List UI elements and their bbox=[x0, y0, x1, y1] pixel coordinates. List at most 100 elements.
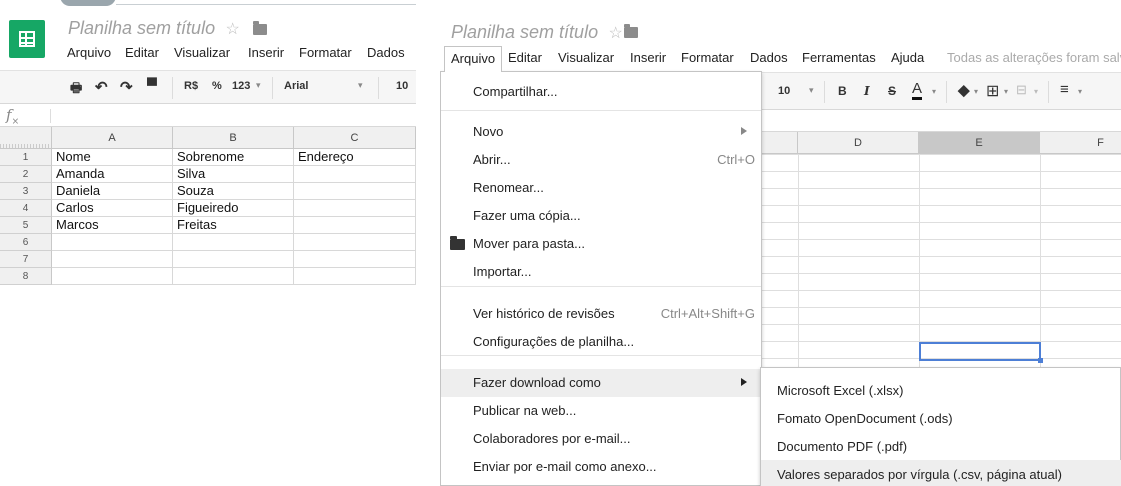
chevron-down-icon[interactable]: ▾ bbox=[256, 80, 261, 91]
italic-button[interactable]: I bbox=[864, 84, 870, 98]
column-header-e[interactable]: E bbox=[919, 132, 1040, 154]
column-header-b[interactable]: B bbox=[173, 127, 294, 149]
menu-dados[interactable]: Dados bbox=[750, 50, 788, 65]
menu-ferramentas[interactable]: Ferramentas bbox=[802, 50, 876, 65]
table-cell[interactable] bbox=[294, 234, 416, 251]
row-header[interactable]: 2 bbox=[0, 166, 52, 183]
currency-format-button[interactable]: R$ bbox=[184, 80, 198, 92]
menu-item[interactable]: Importar... bbox=[441, 258, 761, 286]
table-cell[interactable] bbox=[294, 200, 416, 217]
selected-cell[interactable] bbox=[919, 342, 1043, 363]
menu-dados[interactable]: Dados bbox=[367, 45, 405, 60]
formula-bar[interactable]: f× bbox=[0, 105, 416, 127]
chevron-down-icon[interactable]: ▾ bbox=[809, 85, 814, 96]
menu-item[interactable]: Publicar na web... bbox=[441, 397, 761, 425]
column-header-f[interactable]: F bbox=[1040, 132, 1121, 154]
table-cell[interactable] bbox=[294, 251, 416, 268]
menu-editar[interactable]: Editar bbox=[508, 50, 542, 65]
table-cell[interactable]: Daniela bbox=[52, 183, 173, 200]
folder-icon[interactable] bbox=[253, 21, 267, 35]
column-header-c[interactable]: C bbox=[294, 127, 416, 149]
paint-format-icon[interactable]: ▀ bbox=[147, 77, 157, 93]
submenu-item[interactable]: Fomato OpenDocument (.ods) bbox=[761, 404, 1121, 432]
menu-arquivo[interactable]: Arquivo bbox=[67, 45, 111, 60]
menu-item[interactable]: Configurações de planilha... bbox=[441, 328, 761, 356]
chevron-down-icon[interactable]: ▾ bbox=[1034, 87, 1038, 96]
menu-item[interactable]: Novo bbox=[441, 118, 761, 146]
borders-icon[interactable]: ⊞ bbox=[986, 81, 999, 101]
row-header[interactable]: 5 bbox=[0, 217, 52, 234]
table-cell[interactable] bbox=[173, 234, 294, 251]
row-header[interactable]: 7 bbox=[0, 251, 52, 268]
column-header-a[interactable]: A bbox=[52, 127, 173, 149]
table-cell[interactable] bbox=[173, 251, 294, 268]
column-header-d[interactable]: D bbox=[798, 132, 919, 154]
column-header-c[interactable] bbox=[760, 132, 798, 154]
table-cell[interactable]: Endereço bbox=[294, 149, 416, 166]
formula-bar[interactable] bbox=[760, 110, 1121, 132]
menu-item[interactable]: Renomear... bbox=[441, 174, 761, 202]
menu-inserir[interactable]: Inserir bbox=[630, 50, 666, 65]
chevron-down-icon[interactable]: ▾ bbox=[932, 87, 936, 96]
align-left-icon[interactable]: ≡ bbox=[1060, 81, 1069, 98]
menu-ajuda[interactable]: Ajuda bbox=[891, 50, 924, 65]
select-all-corner[interactable] bbox=[0, 127, 52, 149]
table-cell[interactable] bbox=[52, 251, 173, 268]
number-format-button[interactable]: 123 bbox=[232, 80, 250, 92]
menu-visualizar[interactable]: Visualizar bbox=[174, 45, 230, 60]
table-cell[interactable]: Nome bbox=[52, 149, 173, 166]
table-cell[interactable]: Sobrenome bbox=[173, 149, 294, 166]
table-cell[interactable]: Figueiredo bbox=[173, 200, 294, 217]
table-cell[interactable] bbox=[52, 234, 173, 251]
menu-inserir[interactable]: Inserir bbox=[248, 45, 284, 60]
menu-item[interactable]: Fazer uma cópia... bbox=[441, 202, 761, 230]
table-cell[interactable] bbox=[294, 217, 416, 234]
chevron-down-icon[interactable]: ▾ bbox=[358, 80, 363, 91]
row-header[interactable]: 4 bbox=[0, 200, 52, 217]
table-cell[interactable] bbox=[294, 268, 416, 285]
document-title[interactable]: Planilha sem título bbox=[68, 18, 215, 38]
table-cell[interactable]: Souza bbox=[173, 183, 294, 200]
star-icon[interactable]: ☆ bbox=[609, 25, 623, 42]
bold-button[interactable]: B bbox=[838, 84, 847, 98]
table-cell[interactable]: Silva bbox=[173, 166, 294, 183]
star-icon[interactable]: ☆ bbox=[226, 21, 240, 38]
document-title[interactable]: Planilha sem título bbox=[451, 22, 598, 42]
font-select[interactable]: Arial bbox=[284, 80, 308, 92]
submenu-item[interactable]: Valores separados por vírgula (.csv, pág… bbox=[761, 460, 1121, 486]
submenu-item[interactable]: Microsoft Excel (.xlsx) bbox=[761, 376, 1121, 404]
chevron-down-icon[interactable]: ▾ bbox=[1078, 87, 1082, 96]
text-color-button[interactable]: A bbox=[912, 81, 923, 100]
percent-format-button[interactable]: % bbox=[212, 80, 222, 92]
folder-icon[interactable] bbox=[624, 24, 638, 38]
font-size-select[interactable]: 10 bbox=[778, 85, 790, 97]
row-header[interactable]: 6 bbox=[0, 234, 52, 251]
fill-color-icon[interactable]: ◆ bbox=[958, 81, 970, 99]
table-cell[interactable]: Amanda bbox=[52, 166, 173, 183]
strikethrough-button[interactable]: S bbox=[888, 84, 896, 98]
menu-item[interactable]: Fazer download como bbox=[441, 369, 761, 397]
merge-cells-icon[interactable]: ⊟ bbox=[1016, 82, 1027, 98]
table-cell[interactable]: Carlos bbox=[52, 200, 173, 217]
menu-item[interactable]: Colaboradores por e-mail... bbox=[441, 425, 761, 453]
chevron-down-icon[interactable]: ▾ bbox=[974, 87, 978, 96]
menu-formatar[interactable]: Formatar bbox=[681, 50, 734, 65]
menu-item[interactable]: Mover para pasta... bbox=[441, 230, 761, 258]
menu-arquivo[interactable]: Arquivo bbox=[444, 46, 503, 72]
table-cell[interactable]: Freitas bbox=[173, 217, 294, 234]
menu-item[interactable]: Ver histórico de revisões Ctrl+Alt+Shift+… bbox=[441, 300, 761, 328]
table-cell[interactable] bbox=[173, 268, 294, 285]
row-header[interactable]: 1 bbox=[0, 149, 52, 166]
table-cell[interactable] bbox=[52, 268, 173, 285]
menu-editar[interactable]: Editar bbox=[125, 45, 159, 60]
submenu-item[interactable]: Documento PDF (.pdf) bbox=[761, 432, 1121, 460]
row-header[interactable]: 3 bbox=[0, 183, 52, 200]
print-icon[interactable]: 🖶 bbox=[70, 79, 82, 101]
menu-item[interactable]: Compartilhar... bbox=[441, 78, 761, 106]
menu-visualizar[interactable]: Visualizar bbox=[558, 50, 614, 65]
font-size-select[interactable]: 10 bbox=[396, 80, 408, 92]
table-cell[interactable] bbox=[294, 183, 416, 200]
sheets-logo-icon[interactable] bbox=[9, 20, 45, 58]
chevron-down-icon[interactable]: ▾ bbox=[1004, 87, 1008, 96]
redo-icon[interactable]: ↷ bbox=[120, 78, 133, 96]
